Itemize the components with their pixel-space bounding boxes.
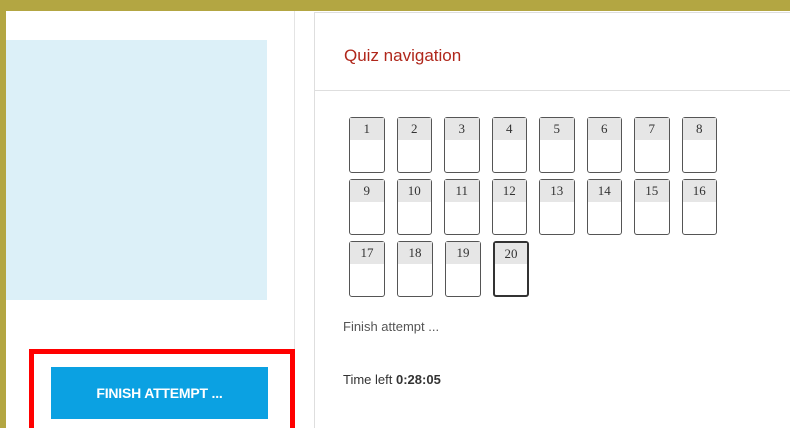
question-number: 13 [540, 180, 574, 202]
question-button-2[interactable]: 2 [396, 117, 432, 173]
question-number: 15 [635, 180, 669, 202]
question-button-15[interactable]: 15 [634, 179, 670, 235]
question-number: 2 [397, 118, 431, 140]
time-left-value: 0:28:05 [395, 372, 441, 387]
question-number: 6 [587, 118, 621, 140]
page: FINISH ATTEMPT ... Quiz navigation 12345… [6, 11, 790, 428]
question-row: 12345678 [349, 117, 729, 179]
question-button-9[interactable]: 9 [349, 179, 385, 235]
question-number: 10 [397, 180, 431, 202]
info-box [6, 40, 267, 300]
question-number: 19 [446, 242, 480, 264]
time-left: Time left 0:28:05 [343, 372, 441, 387]
question-button-8[interactable]: 8 [681, 117, 717, 173]
question-number: 11 [445, 180, 479, 202]
question-button-3[interactable]: 3 [444, 117, 480, 173]
question-button-10[interactable]: 10 [396, 179, 432, 235]
question-number: 8 [682, 118, 716, 140]
finish-attempt-link[interactable]: Finish attempt ... [343, 319, 439, 334]
question-number: 17 [350, 242, 384, 264]
question-button-12[interactable]: 12 [491, 179, 527, 235]
block-header: Quiz navigation [315, 13, 790, 91]
finish-attempt-button[interactable]: FINISH ATTEMPT ... [51, 367, 268, 419]
question-button-11[interactable]: 11 [444, 179, 480, 235]
question-button-16[interactable]: 16 [681, 179, 717, 235]
question-number: 16 [682, 180, 716, 202]
question-number: 3 [445, 118, 479, 140]
question-button-14[interactable]: 14 [586, 179, 622, 235]
question-button-13[interactable]: 13 [539, 179, 575, 235]
question-button-5[interactable]: 5 [539, 117, 575, 173]
question-number: 7 [635, 118, 669, 140]
question-button-1[interactable]: 1 [349, 117, 385, 173]
question-button-19[interactable]: 19 [445, 241, 481, 297]
question-button-7[interactable]: 7 [634, 117, 670, 173]
question-number: 4 [492, 118, 526, 140]
question-button-6[interactable]: 6 [586, 117, 622, 173]
question-row: 17 18 19 20 [349, 241, 729, 303]
question-button-18[interactable]: 18 [397, 241, 433, 297]
question-number: 1 [350, 118, 384, 140]
question-grid: 1 2 3 4 5 6 7 8 9 10 11 12 13 14 15 16 17 18 19 20 [349, 117, 729, 303]
time-left-label: Time left [343, 372, 393, 387]
question-number: 12 [492, 180, 526, 202]
question-number: 20 [495, 243, 527, 264]
question-number: 18 [398, 242, 432, 264]
question-number: 5 [540, 118, 574, 140]
question-button-17[interactable]: 17 [349, 241, 385, 297]
question-row: 9 10 11 12 13 14 15 16 [349, 179, 729, 241]
question-number: 14 [587, 180, 621, 202]
quiz-navigation-block: Quiz navigation 1 2 3 4 5 6 7 8 9 10 11 12 13 14 15 16 1… [314, 12, 790, 428]
block-title: Quiz navigation [344, 46, 462, 65]
question-button-20[interactable]: 20 [493, 241, 529, 297]
question-number: 9 [350, 180, 384, 202]
question-button-4[interactable]: 4 [491, 117, 527, 173]
